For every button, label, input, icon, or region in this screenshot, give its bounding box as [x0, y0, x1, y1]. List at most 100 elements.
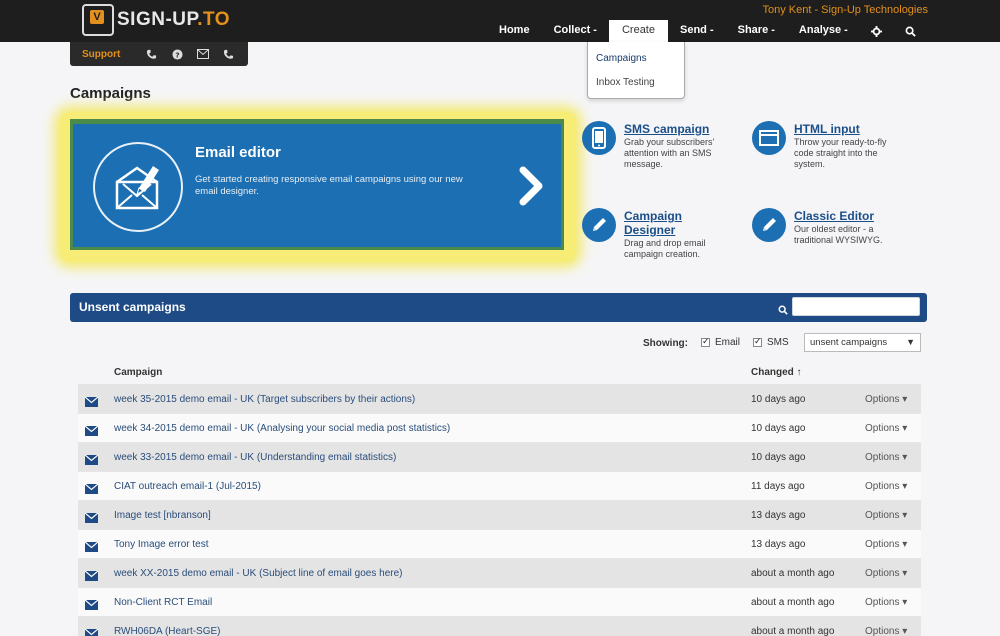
envelope-pencil-icon — [93, 142, 183, 232]
options-dropdown[interactable]: Options ▾ — [865, 626, 907, 636]
envelope-icon — [84, 568, 99, 581]
checkbox-checked-icon — [753, 336, 762, 347]
table-row[interactable]: week 34-2015 demo email - UK (Analysing … — [78, 413, 921, 442]
unsent-campaigns-header: Unsent campaigns — [70, 293, 927, 322]
options-dropdown[interactable]: Options ▾ — [865, 597, 907, 608]
campaign-name-link[interactable]: Non-Client RCT Email — [114, 597, 212, 608]
logo-text-main: SIGN-UP — [117, 9, 198, 30]
campaign-name-link[interactable]: week 33-2015 demo email - UK (Understand… — [114, 452, 396, 463]
nav-send[interactable]: Send - — [668, 20, 726, 42]
campaign-designer-tile[interactable]: Campaign Designer Drag and drop email ca… — [582, 208, 747, 272]
classic-editor-tile[interactable]: Classic Editor Our oldest editor - a tra… — [752, 208, 917, 272]
unsent-campaigns-table: week 35-2015 demo email - UK (Target sub… — [78, 384, 921, 636]
options-dropdown[interactable]: Options ▾ — [865, 568, 907, 579]
pencil-icon — [752, 208, 786, 242]
campaign-status-select-value: unsent campaigns — [810, 337, 888, 348]
changed-date: 13 days ago — [751, 510, 806, 521]
support-bar: Support ? — [70, 42, 248, 66]
search-icon[interactable] — [900, 20, 922, 42]
campaign-search-input[interactable] — [792, 297, 920, 316]
options-dropdown[interactable]: Options ▾ — [865, 539, 907, 550]
table-row[interactable]: RWH06DA (Heart-SGE) about a month ago Opti… — [78, 616, 921, 636]
unsent-campaigns-title: Unsent campaigns — [79, 300, 186, 314]
envelope-icon — [84, 626, 99, 636]
options-dropdown[interactable]: Options ▾ — [865, 394, 907, 405]
email-editor-title: Email editor — [195, 144, 281, 161]
campaign-name-link[interactable]: Tony Image error test — [114, 539, 208, 550]
changed-date: about a month ago — [751, 626, 835, 636]
user-account-link[interactable]: Tony Kent - Sign-Up Technologies — [762, 4, 928, 16]
email-editor-description: Get started creating responsive email ca… — [195, 174, 463, 197]
nav-analyse[interactable]: Analyse - — [787, 20, 860, 42]
table-row[interactable]: Image test [nbranson] 13 days ago Options … — [78, 500, 921, 529]
nav-collect[interactable]: Collect - — [542, 20, 609, 42]
html-input-link[interactable]: HTML input — [794, 122, 860, 136]
options-dropdown[interactable]: Options ▾ — [865, 423, 907, 434]
options-dropdown[interactable]: Options ▾ — [865, 481, 907, 492]
menu-item-inbox-testing[interactable]: Inbox Testing — [588, 71, 684, 95]
logo-mark-icon: V — [82, 4, 114, 36]
nav-share[interactable]: Share - — [726, 20, 787, 42]
envelope-icon — [84, 597, 99, 610]
logo-text: SIGN-UP.TO — [117, 9, 230, 31]
column-header-campaign[interactable]: Campaign — [114, 367, 162, 378]
changed-date: about a month ago — [751, 568, 835, 579]
table-row[interactable]: Tony Image error test 13 days ago Options … — [78, 529, 921, 558]
checkbox-checked-icon — [701, 336, 710, 347]
classic-editor-description: Our oldest editor - a traditional WYSIWY… — [794, 224, 883, 245]
browser-window-icon — [752, 121, 786, 155]
showing-label: Showing: — [643, 338, 688, 349]
email-editor-card[interactable]: Email editor Get started creating respon… — [70, 119, 564, 250]
email-filter-checkbox[interactable]: Email — [701, 336, 741, 348]
envelope-icon — [84, 510, 99, 523]
sms-filter-checkbox[interactable]: SMS — [753, 336, 789, 348]
envelope-icon — [84, 452, 99, 465]
nav-home[interactable]: Home — [487, 20, 542, 42]
email-filter-label: Email — [715, 337, 741, 348]
table-row[interactable]: week 35-2015 demo email - UK (Target sub… — [78, 384, 921, 413]
envelope-icon — [84, 481, 99, 494]
main-nav: Home Collect - Create Send - Share - Ana… — [487, 20, 928, 42]
table-row[interactable]: CIAT outreach email-1 (Jul-2015) 11 days … — [78, 471, 921, 500]
envelope-icon — [84, 539, 99, 552]
sms-campaign-description: Grab your subscribers' attention with an… — [624, 137, 715, 169]
table-row[interactable]: Non-Client RCT Email about a month ago Opt… — [78, 587, 921, 616]
classic-editor-link[interactable]: Classic Editor — [794, 209, 874, 223]
gear-icon[interactable] — [866, 20, 888, 42]
mail-icon[interactable] — [196, 48, 209, 60]
changed-date: 10 days ago — [751, 452, 806, 463]
html-input-description: Throw your ready-to-fly code straight in… — [794, 137, 887, 169]
campaign-name-link[interactable]: Image test [nbranson] — [114, 510, 211, 521]
campaign-status-select[interactable]: unsent campaigns ▼ — [804, 333, 921, 352]
campaign-designer-link[interactable]: Campaign Designer — [624, 209, 704, 237]
phone-chat-icon[interactable] — [146, 48, 157, 60]
phone-icon[interactable] — [223, 48, 234, 60]
campaign-name-link[interactable]: CIAT outreach email-1 (Jul-2015) — [114, 481, 261, 492]
top-bar: V SIGN-UP.TO Tony Kent - Sign-Up Technol… — [0, 0, 1000, 42]
sms-filter-label: SMS — [767, 337, 789, 348]
table-row[interactable]: week XX-2015 demo email - UK (Subject li… — [78, 558, 921, 587]
html-input-tile[interactable]: HTML input Throw your ready-to-fly code … — [752, 121, 917, 185]
support-link[interactable]: Support — [82, 49, 120, 60]
logo-mark-letter: V — [90, 10, 104, 24]
table-row[interactable]: week 33-2015 demo email - UK (Understand… — [78, 442, 921, 471]
pencil-icon — [582, 208, 616, 242]
nav-create[interactable]: Create — [608, 20, 668, 42]
svg-text:?: ? — [175, 50, 179, 59]
logo[interactable]: V SIGN-UP.TO — [82, 4, 230, 36]
sms-campaign-tile[interactable]: SMS campaign Grab your subscribers' atte… — [582, 121, 747, 185]
options-dropdown[interactable]: Options ▾ — [865, 510, 907, 521]
options-dropdown[interactable]: Options ▾ — [865, 452, 907, 463]
campaign-name-link[interactable]: week 35-2015 demo email - UK (Target sub… — [114, 394, 415, 405]
campaign-name-link[interactable]: week 34-2015 demo email - UK (Analysing … — [114, 423, 450, 434]
menu-item-campaigns[interactable]: Campaigns — [588, 47, 684, 71]
chevron-right-icon — [517, 166, 545, 206]
search-icon — [778, 302, 790, 315]
campaign-name-link[interactable]: week XX-2015 demo email - UK (Subject li… — [114, 568, 402, 579]
caret-down-icon: ▼ — [906, 337, 915, 347]
help-icon[interactable]: ? — [172, 48, 183, 60]
column-header-changed[interactable]: Changed ↑ — [751, 367, 802, 378]
campaign-name-link[interactable]: RWH06DA (Heart-SGE) — [114, 626, 221, 636]
sms-campaign-link[interactable]: SMS campaign — [624, 122, 709, 136]
page-title: Campaigns — [70, 85, 151, 102]
